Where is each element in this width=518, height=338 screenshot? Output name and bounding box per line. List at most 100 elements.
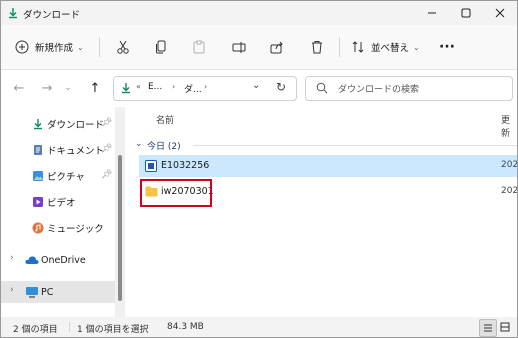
details-view-button[interactable]: [479, 319, 497, 337]
file-date: 202: [501, 186, 518, 196]
download-icon: [9, 8, 17, 19]
more-options-button[interactable]: ···: [433, 35, 461, 59]
chevron-down-icon: ⌄: [413, 42, 420, 52]
column-header-name[interactable]: 名前: [156, 113, 174, 126]
search-icon: [316, 82, 328, 94]
share-icon: [270, 41, 283, 54]
chevron-right-icon[interactable]: ›: [10, 253, 14, 263]
ellipsis-icon: ···: [439, 39, 455, 55]
chevron-down-icon: ⌄: [64, 83, 72, 93]
sidebar-item-downloads[interactable]: ダウンロード 📌︎: [1, 113, 115, 135]
recent-locations-button[interactable]: ⌄: [61, 76, 75, 100]
search-placeholder: ダウンロードの検索: [338, 85, 420, 95]
file-date: 202: [501, 160, 518, 170]
close-icon: [495, 8, 505, 18]
sidebar-item-label: ミュージック: [47, 224, 104, 235]
trash-icon: [312, 41, 322, 54]
rename-icon: [232, 42, 246, 53]
sidebar-item-music[interactable]: ミュージック: [1, 217, 115, 239]
sort-button[interactable]: 並べ替え ⌄: [349, 35, 421, 59]
up-button[interactable]: ↑: [85, 76, 105, 100]
pin-icon: 📌︎: [101, 170, 113, 180]
paste-button[interactable]: [187, 35, 211, 59]
breadcrumb-separator-icon: ›: [204, 82, 208, 91]
chevron-down-icon: ⌄: [77, 42, 84, 52]
share-button[interactable]: [265, 35, 289, 59]
tiles-view-button[interactable]: [497, 319, 513, 335]
breadcrumb-item[interactable]: E...: [148, 82, 162, 92]
chevron-right-icon[interactable]: ›: [10, 285, 14, 295]
pictures-icon: [33, 171, 43, 181]
arrow-right-icon: →: [41, 80, 53, 96]
music-icon: [32, 222, 44, 234]
command-bar: 新規作成 ⌄ 並べ替え ⌄ ···: [1, 25, 517, 70]
table-row[interactable]: E1032256 202: [139, 155, 517, 177]
minimize-button[interactable]: [415, 1, 449, 25]
sidebar-item-label: PC: [41, 286, 54, 298]
download-icon: [122, 83, 130, 94]
new-button-label: 新規作成: [35, 43, 74, 54]
breadcrumb-item[interactable]: ダ...: [184, 82, 202, 95]
navigation-pane: ダウンロード 📌︎ ドキュメント 📌︎ ピクチャ 📌︎ ビデオ ミュージック ›…: [1, 107, 115, 317]
rename-button[interactable]: [227, 35, 251, 59]
document-icon: [34, 145, 42, 155]
clipboard-icon: [193, 40, 205, 54]
group-header: 今日 (2): [147, 142, 181, 152]
sort-icon: [352, 41, 364, 53]
sidebar-item-onedrive[interactable]: › OneDrive: [1, 249, 115, 271]
pin-icon: 📌︎: [101, 144, 113, 154]
selection-size: 84.3 MB: [167, 322, 204, 332]
column-header-date[interactable]: 更新: [501, 113, 517, 139]
breadcrumb-separator-icon: ›: [172, 82, 176, 91]
selection-count: 1 個の項目を選択: [77, 325, 149, 335]
sort-button-label: 並べ替え: [371, 43, 410, 54]
copy-icon: [156, 40, 166, 54]
list-icon: [484, 324, 492, 332]
file-name: E1032256: [161, 160, 210, 171]
delete-button[interactable]: [305, 35, 329, 59]
cut-button[interactable]: [111, 35, 135, 59]
copy-button[interactable]: [149, 35, 173, 59]
file-list: 名前 更新 ⌄ 今日 (2) E1032256 202 iw2070301 20…: [127, 107, 517, 317]
scrollbar-thumb[interactable]: [118, 155, 122, 301]
plus-circle-icon: [15, 40, 29, 54]
back-button[interactable]: ←: [9, 76, 29, 100]
sidebar-item-label: ドキュメント: [47, 146, 105, 157]
installer-file-icon: [145, 160, 157, 172]
item-count: 2 個の項目: [13, 325, 58, 335]
refresh-icon[interactable]: ↻: [276, 80, 286, 94]
status-bar: 2 個の項目 1 個の項目を選択 84.3 MB: [1, 317, 517, 337]
sidebar-item-pc[interactable]: › PC: [1, 281, 115, 303]
navigation-scrollbar[interactable]: [115, 107, 125, 317]
sidebar-item-label: ピクチャ: [47, 172, 85, 183]
address-box[interactable]: « E... › ダ... › ⌄ ↻: [113, 76, 297, 101]
chevron-down-icon[interactable]: ⌄: [252, 80, 260, 91]
arrow-left-icon: ←: [13, 80, 25, 96]
maximize-button[interactable]: [449, 1, 483, 25]
sidebar-item-videos[interactable]: ビデオ: [1, 191, 115, 213]
overflow-chevron-icon: «: [136, 82, 141, 91]
address-bar-row: ← → ⌄ ↑ « E... › ダ... › ⌄ ↻ ダウンロードの検索: [1, 70, 517, 106]
search-box[interactable]: ダウンロードの検索: [305, 76, 513, 101]
minimize-icon: [428, 12, 436, 14]
sidebar-item-documents[interactable]: ドキュメント 📌︎: [1, 139, 115, 161]
group-chevron-icon[interactable]: ⌄: [135, 139, 143, 149]
window-title: ダウンロード: [23, 10, 81, 21]
sidebar-item-label: ダウンロード: [47, 120, 105, 131]
pin-icon: 📌︎: [101, 118, 113, 128]
maximize-icon: [461, 8, 471, 18]
cloud-icon: [25, 256, 39, 264]
forward-button[interactable]: →: [37, 76, 57, 100]
arrow-up-icon: ↑: [89, 80, 101, 96]
new-button[interactable]: 新規作成 ⌄: [11, 35, 91, 59]
close-button[interactable]: [483, 1, 517, 25]
video-icon: [33, 197, 43, 207]
computer-icon: [26, 287, 38, 298]
group-divider: [193, 145, 517, 146]
sidebar-item-pictures[interactable]: ピクチャ 📌︎: [1, 165, 115, 187]
sidebar-item-label: ビデオ: [47, 198, 76, 209]
title-bar: ダウンロード: [1, 1, 517, 25]
grid-icon: [500, 322, 510, 332]
highlight-box: [140, 179, 212, 207]
scissors-icon: [117, 40, 129, 54]
